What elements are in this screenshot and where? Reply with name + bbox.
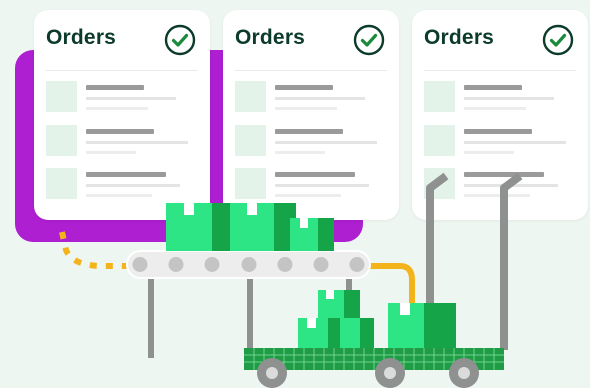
- conveyor-leg: [247, 276, 253, 358]
- conveyor-belt-icon: [126, 250, 371, 279]
- package-icon: [318, 290, 360, 320]
- cart-wheel: [375, 358, 405, 388]
- dashed-route-line: [59, 231, 130, 269]
- package-icon: [340, 318, 374, 350]
- cart-wheel: [449, 358, 479, 388]
- package-icon: [166, 203, 230, 251]
- package-icon: [230, 203, 296, 251]
- package-icon: [388, 303, 456, 350]
- cart-wheel: [257, 358, 287, 388]
- cart-handle: [500, 172, 523, 350]
- package-icon: [298, 318, 346, 350]
- warehouse-illustration: [59, 172, 523, 388]
- conveyor-leg: [148, 276, 154, 358]
- chute-line: [368, 263, 415, 305]
- package-icon: [290, 218, 334, 251]
